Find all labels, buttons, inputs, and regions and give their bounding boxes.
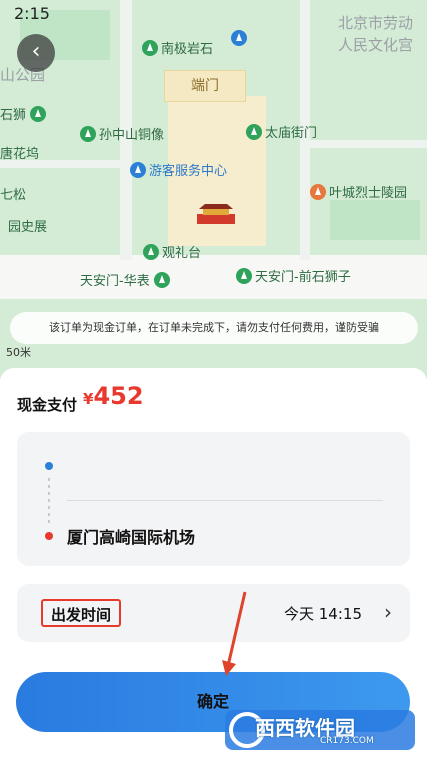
map-label-qisong: 七松 (0, 188, 27, 203)
watermark-url: CR173.COM (320, 736, 374, 746)
route-card[interactable]: 厦门高崎国际机场 (17, 432, 410, 566)
restroom-marker (231, 30, 250, 47)
tree-icon (80, 126, 96, 142)
cash-order-notice: 该订单为现金订单，在订单未完成下，请勿支付任何费用，谨防受骗 (10, 312, 418, 344)
duanmen-gate: 端门 (164, 70, 246, 102)
payment-method-label: 现金支付 (17, 396, 78, 414)
cemetery-icon (310, 184, 326, 200)
map-scale: 50米 (6, 346, 31, 359)
amount-value: 452 (93, 382, 144, 410)
destination-text[interactable]: 厦门高崎国际机场 (67, 524, 195, 548)
map-label-tiananmen-huabiao: 天安门-华表 (80, 270, 173, 289)
tree-icon (30, 106, 47, 122)
departure-time-label: 出发时间 (41, 599, 121, 627)
back-button[interactable]: ‹ (17, 34, 55, 72)
tiananmen-icon (197, 204, 235, 224)
map-label-garden-exhibit: 园史展 (8, 220, 48, 235)
map-label-taimiao-gate: 太庙街门 (246, 122, 317, 141)
origin-dot-icon (45, 462, 53, 470)
tree-icon (142, 40, 158, 56)
map-label-tanghuawu: 唐花坞 (0, 147, 40, 162)
map-label-guanlitai: 观礼台 (143, 242, 201, 261)
map-label-labor-1: 北京市劳动 (338, 14, 414, 32)
status-bar-time: 2:15 (14, 4, 50, 23)
tree-icon (246, 124, 262, 140)
map-label-labor-2: 人民文化宫 (338, 36, 414, 54)
map-label-nanchiyanshi: 南极岩石 (142, 38, 213, 57)
tree-icon (153, 272, 170, 288)
map-label-tiananmen-lion: 天安门-前石狮子 (236, 266, 351, 285)
info-icon (130, 162, 146, 178)
map-label-shishi: 石狮 (0, 104, 49, 123)
tree-icon (143, 244, 159, 260)
tree-icon (236, 268, 252, 284)
map-label-visitor-center: 游客服务中心 (130, 160, 227, 179)
map-label-yecheng-cemetery: 叶城烈士陵园 (310, 182, 407, 201)
departure-time-value: 今天 14:15 (284, 605, 362, 623)
destination-dot-icon (45, 532, 53, 540)
payment-amount: ¥452 (83, 382, 144, 410)
route-dashes (48, 478, 50, 526)
chevron-left-icon: ‹ (31, 39, 41, 64)
departure-time-row[interactable]: 出发时间 今天 14:15 › (17, 584, 410, 642)
map-view[interactable]: 端门 南极岩石 北京市劳动 人民文化宫 山公园 石狮 孙中山铜像 太庙街门 唐花… (0, 0, 427, 380)
restroom-icon (231, 30, 247, 46)
currency-symbol: ¥ (83, 390, 94, 408)
route-divider (67, 500, 383, 501)
map-label-sun-statue: 孙中山铜像 (80, 124, 164, 143)
chevron-right-icon: › (384, 600, 392, 624)
